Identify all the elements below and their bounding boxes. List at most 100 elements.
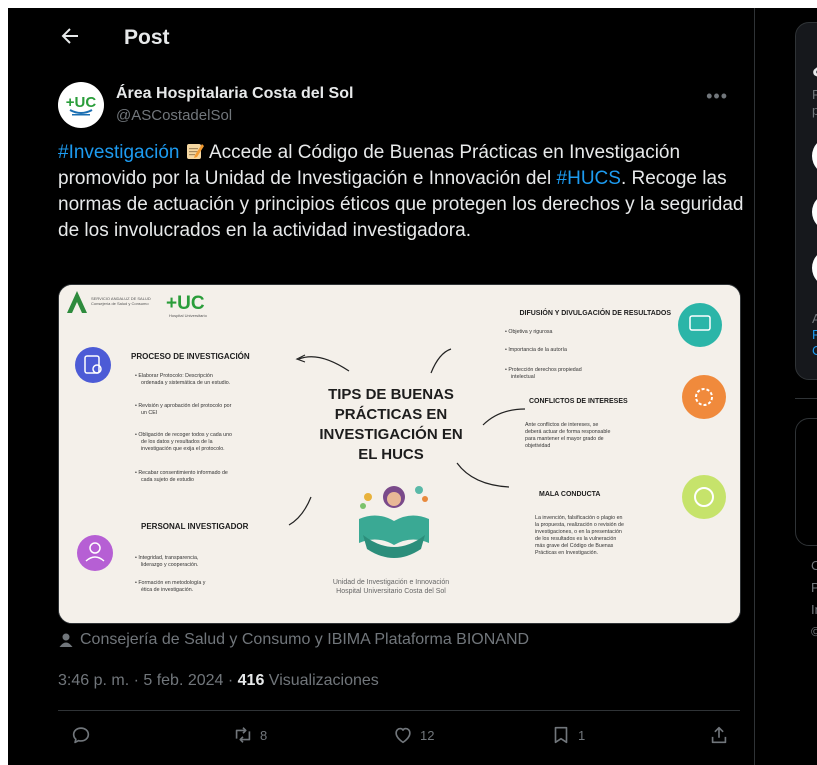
bookmark-button[interactable]: 1 bbox=[550, 724, 585, 746]
views-label: Visualizaciones bbox=[264, 672, 379, 689]
footer-link[interactable]: In bbox=[811, 602, 817, 617]
repost-icon bbox=[235, 727, 251, 743]
hashtag-link[interactable]: #HUCS bbox=[557, 168, 621, 189]
svg-text:cada sujeto de estudio: cada sujeto de estudio bbox=[141, 477, 194, 483]
avatar[interactable]: +UC bbox=[58, 82, 104, 128]
section-personal-title: PERSONAL INVESTIGADOR bbox=[141, 522, 249, 531]
author-name[interactable]: Área Hospitalaria Costa del Sol bbox=[116, 85, 353, 103]
svg-text:• Objetiva y rigurosa: • Objetiva y rigurosa bbox=[505, 329, 553, 335]
svg-text:Hospital Universitario: Hospital Universitario bbox=[169, 313, 208, 318]
logo-text: +UC bbox=[66, 94, 97, 111]
sidebar-panel bbox=[795, 418, 817, 546]
image-credit[interactable]: Consejería de Salud y Consumo y IBIMA Pl… bbox=[58, 631, 529, 649]
footer-link[interactable]: C bbox=[811, 558, 817, 573]
hospital-logo: +UC bbox=[66, 94, 97, 116]
infographic: SERVICIO ANDALUZ DE SALUD Consejería de … bbox=[59, 285, 740, 623]
like-button[interactable]: 12 bbox=[392, 724, 434, 746]
main-column: Post +UC Área Hospitalaria Costa del Sol… bbox=[8, 8, 755, 765]
footer-line-1: Unidad de Investigación e Innovación bbox=[333, 579, 449, 586]
panel-heading: ¿ bbox=[812, 53, 817, 79]
person-icon bbox=[59, 633, 73, 647]
dissemination-icon bbox=[678, 303, 722, 347]
svg-text:Ante conflictos de interese: Ante conflictos de intereses, se bbox=[525, 422, 598, 428]
more-options-icon[interactable]: ••• bbox=[706, 86, 728, 107]
section-difusion-title: DIFUSIÓN Y DIVULGACIÓN DE RESULTADOS bbox=[519, 308, 671, 317]
hashtag-link[interactable]: #Investigación bbox=[58, 142, 179, 163]
svg-text:para mantener el mayor grado d: para mantener el mayor grado de bbox=[525, 436, 604, 442]
svg-text:la propuesta, realización o re: la propuesta, realización o revisión de bbox=[535, 522, 624, 528]
svg-text:• Integridad, transparenci: • Integridad, transparencia, bbox=[135, 555, 198, 561]
repost-button[interactable]: 8 bbox=[232, 724, 267, 746]
svg-text:ética de investigación.: ética de investigación. bbox=[141, 587, 193, 593]
panel-link[interactable]: Po bbox=[812, 327, 817, 342]
reply-button[interactable] bbox=[70, 724, 92, 746]
svg-text:investigación que exija el pro: investigación que exija el protocolo. bbox=[141, 446, 225, 452]
svg-text:más grave del Código de Buenas: más grave del Código de Buenas bbox=[535, 543, 614, 549]
post-timestamp[interactable]: 3:46 p. m. · 5 feb. 2024 · bbox=[58, 672, 238, 689]
section-conflictos-title: CONFLICTOS DE INTERESES bbox=[529, 398, 628, 405]
repost-count: 8 bbox=[260, 727, 268, 743]
svg-text:de los datos y resultados de l: de los datos y resultados de la bbox=[141, 439, 213, 445]
right-sidebar: ¿ Re pe Al Po Co C P In © bbox=[795, 8, 817, 765]
panel-text: Al bbox=[812, 311, 817, 326]
svg-text:Consejería de Salud y Consumo: Consejería de Salud y Consumo bbox=[91, 301, 149, 306]
infographic-title-3: INVESTIGACIÓN EN bbox=[319, 425, 462, 443]
svg-text:un CEI: un CEI bbox=[141, 410, 157, 416]
hucs-logo: +UC bbox=[166, 293, 205, 314]
panel-text: Re bbox=[812, 87, 817, 102]
sidebar-panel: ¿ Re pe Al Po Co bbox=[795, 22, 817, 380]
svg-text:• Formación en metodología y: • Formación en metodología y bbox=[135, 580, 206, 586]
tweet-text: #Investigación Accede al Código de Buena… bbox=[58, 140, 748, 244]
svg-text:intelectual: intelectual bbox=[511, 374, 535, 380]
svg-text:investigaciones, o en la prese: investigaciones, o en la presentación bbox=[535, 529, 622, 535]
svg-text:• Protección derechos pr: • Protección derechos propiedad bbox=[505, 367, 582, 373]
share-icon bbox=[711, 726, 727, 744]
svg-text:objetividad: objetividad bbox=[525, 443, 550, 449]
panel-text: pe bbox=[812, 103, 817, 118]
panel-button[interactable] bbox=[812, 249, 817, 287]
svg-text:La invención, falsificación o: La invención, falsificación o plagio en bbox=[535, 515, 623, 521]
panel-button[interactable] bbox=[812, 137, 817, 175]
share-button[interactable] bbox=[708, 724, 730, 746]
memo-icon bbox=[186, 144, 204, 159]
footer-link[interactable]: © bbox=[811, 624, 817, 639]
svg-text:Prácticas en Investigación.: Prácticas en Investigación. bbox=[535, 550, 598, 556]
action-bar: 8 12 1 bbox=[58, 724, 740, 754]
credit-text: Consejería de Salud y Consumo y IBIMA Pl… bbox=[80, 631, 530, 648]
views-count: 416 bbox=[237, 672, 265, 689]
divider bbox=[58, 710, 740, 711]
process-icon bbox=[75, 347, 111, 383]
divider bbox=[795, 398, 817, 399]
infographic-title-1: TIPS DE BUENAS bbox=[328, 386, 454, 403]
footer-line-2: Hospital Universitario Costa del Sol bbox=[336, 588, 446, 595]
panel-button[interactable] bbox=[812, 193, 817, 231]
section-mala-title: MALA CONDUCTA bbox=[539, 491, 600, 498]
svg-text:• Obligación de recoger todos: • Obligación de recoger todos y cada uno bbox=[135, 432, 232, 438]
infographic-title-4: EL HUCS bbox=[358, 446, 424, 463]
page-title: Post bbox=[124, 26, 170, 49]
svg-text:• Revisión y aprobación del pr: • Revisión y aprobación del protocolo po… bbox=[135, 403, 232, 409]
svg-text:deberá actuar de forma respons: deberá actuar de forma responsable bbox=[525, 429, 610, 435]
svg-text:de los resultados es la vulner: de los resultados es la vulneración bbox=[535, 536, 616, 542]
author-handle[interactable]: @ASCostadelSol bbox=[116, 107, 232, 124]
author-row: +UC Área Hospitalaria Costa del Sol @ASC… bbox=[58, 82, 738, 132]
section-proceso-title: PROCESO DE INVESTIGACIÓN bbox=[131, 352, 250, 361]
post-meta: 3:46 p. m. · 5 feb. 2024 · 416 Visualiza… bbox=[58, 672, 379, 690]
heart-icon bbox=[395, 727, 411, 744]
app-frame: Post +UC Área Hospitalaria Costa del Sol… bbox=[8, 8, 817, 765]
misconduct-icon bbox=[682, 475, 726, 519]
back-arrow-icon[interactable] bbox=[58, 24, 82, 48]
svg-text:liderazgo y cooperación.: liderazgo y cooperación. bbox=[141, 562, 198, 568]
infographic-image[interactable]: SERVICIO ANDALUZ DE SALUD Consejería de … bbox=[58, 284, 741, 624]
svg-text:• Elaborar Protocolo: Desc: • Elaborar Protocolo: Descripción bbox=[135, 373, 213, 379]
page-header: Post bbox=[8, 8, 754, 68]
infographic-title-2: PRÁCTICAS EN bbox=[335, 406, 448, 423]
like-count: 12 bbox=[420, 727, 435, 743]
reply-icon bbox=[72, 727, 90, 744]
footer-link[interactable]: P bbox=[811, 580, 817, 595]
bookmark-icon bbox=[554, 726, 568, 744]
panel-link[interactable]: Co bbox=[812, 343, 817, 358]
bookmark-count: 1 bbox=[578, 727, 586, 743]
conflict-icon bbox=[682, 375, 726, 419]
svg-text:• Recabar consentimiento infor: • Recabar consentimiento informado de bbox=[135, 470, 228, 476]
